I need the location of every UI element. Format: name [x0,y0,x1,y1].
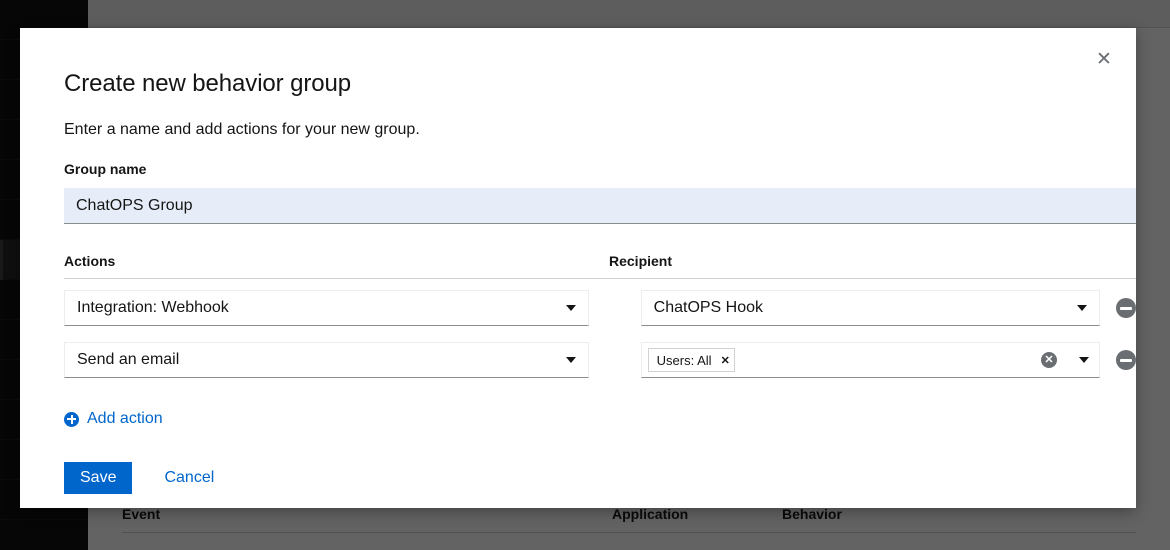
chip-close-icon[interactable]: ✕ [721,354,730,367]
chevron-down-icon [566,305,576,311]
group-name-label: Group name [64,161,1112,177]
column-headers: Actions Recipient [64,253,1136,269]
action-select-1[interactable]: Integration: Webhook [64,290,589,326]
actions-column-header: Actions [64,253,609,269]
close-icon[interactable]: ✕ [1086,42,1122,78]
action-select-1-value: Integration: Webhook [77,299,558,317]
action-row: Integration: Webhook ChatOPS Hook [64,290,1136,326]
recipient-chip-label: Users: All [657,353,712,368]
modal-footer: Save Cancel [64,462,1112,494]
action-row: Send an email Users: All ✕ ✕ [64,342,1136,378]
screen: Event Application Behavior Policy trigge… [0,0,1170,550]
chevron-down-icon [1077,305,1087,311]
recipient-select-1-value: ChatOPS Hook [654,299,1069,317]
add-action-button[interactable]: Add action [64,410,163,428]
action-rows: Integration: Webhook ChatOPS Hook Send a… [64,290,1136,378]
recipient-chip[interactable]: Users: All ✕ [648,348,735,372]
minus-circle-icon-remove-action-2[interactable] [1116,350,1136,370]
recipient-typeahead-2[interactable]: Users: All ✕ ✕ [641,342,1100,378]
group-name-input[interactable] [64,188,1136,224]
save-button[interactable]: Save [64,462,132,494]
actions-column-label: Actions [64,253,609,269]
clear-circle-x-icon[interactable]: ✕ [1041,352,1057,368]
chevron-down-icon [566,357,576,363]
minus-circle-icon-remove-action-1[interactable] [1116,298,1136,318]
chevron-down-icon[interactable] [1079,357,1089,363]
plus-circle-icon [64,412,79,427]
cancel-button[interactable]: Cancel [148,462,230,494]
modal-description: Enter a name and add actions for your ne… [64,121,1112,139]
action-select-2-value: Send an email [77,351,558,369]
header-divider [64,278,1136,279]
create-behavior-group-modal: ✕ Create new behavior group Enter a name… [20,28,1136,508]
page-title: Create new behavior group [64,70,1112,98]
recipient-column-header: Recipient [609,253,1136,269]
recipient-column-label: Recipient [609,253,1136,269]
recipient-select-1[interactable]: ChatOPS Hook [641,290,1100,326]
action-select-2[interactable]: Send an email [64,342,589,378]
add-action-label: Add action [87,410,163,428]
